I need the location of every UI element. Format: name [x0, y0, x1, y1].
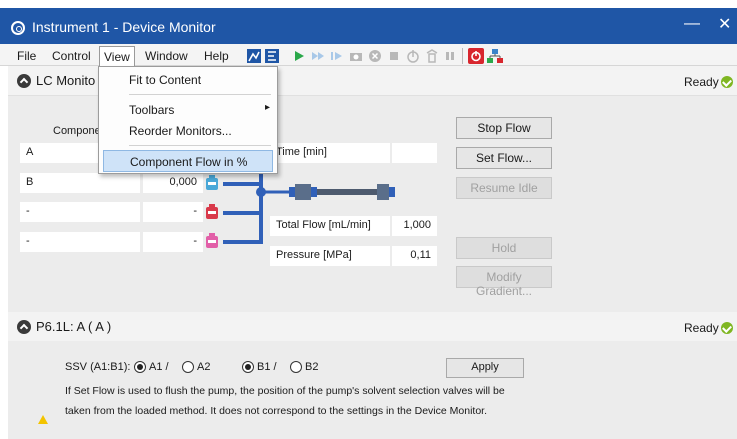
menu-item-component-flow-percent[interactable]: Component Flow in %	[103, 150, 273, 172]
component-row-d-name: -	[20, 232, 140, 252]
step-icon	[331, 52, 342, 60]
apply-button[interactable]: Apply	[446, 358, 524, 378]
modify-gradient-button[interactable]: Modify Gradient...	[456, 266, 552, 298]
radio-a1-label: A1 /	[149, 361, 169, 373]
solvent-bottle-c-icon	[206, 204, 218, 219]
radio-a1[interactable]	[134, 361, 146, 373]
hold-button[interactable]: Hold	[456, 237, 552, 259]
menu-window[interactable]: Window	[145, 49, 188, 63]
menu-item-fit-to-content[interactable]: Fit to Content	[103, 69, 273, 91]
ready-check-icon	[721, 76, 733, 88]
view-menu-dropdown: Fit to Content Toolbars ▸ Reorder Monito…	[98, 66, 278, 174]
time-value	[392, 143, 437, 163]
menu-control[interactable]: Control	[52, 49, 91, 63]
chart-icon[interactable]	[247, 49, 261, 63]
menu-separator	[129, 94, 271, 95]
p6-section-title: P6.1L: A ( A )	[36, 319, 112, 334]
flush-note-line2: taken from the loaded method. It does no…	[65, 405, 487, 417]
ready-check-icon	[721, 322, 733, 334]
collapse-chevron-icon[interactable]	[17, 74, 31, 88]
component-row-d-value: -	[143, 232, 203, 252]
menu-bar: File Control View Window Help	[0, 44, 737, 66]
stop-flow-button[interactable]: Stop Flow	[456, 117, 552, 139]
radio-a2[interactable]	[182, 361, 194, 373]
close-button[interactable]: ✕	[718, 14, 731, 34]
collapse-chevron-icon[interactable]	[17, 320, 31, 334]
component-row-c-name: -	[20, 202, 140, 222]
fast-forward-icon	[312, 52, 324, 60]
radio-b1-label: B1 /	[257, 361, 277, 373]
play-icon[interactable]	[292, 49, 306, 63]
component-row-c-value: -	[143, 202, 203, 222]
radio-a2-label: A2	[197, 361, 211, 373]
time-label: Time [min]	[270, 143, 390, 163]
menu-item-reorder-monitors[interactable]: Reorder Monitors...	[103, 120, 273, 142]
toolbar-separator	[462, 48, 463, 64]
solvent-bottle-d-icon	[206, 233, 218, 248]
pressure-value: 0,11	[392, 246, 437, 266]
p6-section-header[interactable]: P6.1L: A ( A ) Ready	[8, 312, 737, 342]
submenu-arrow-icon: ▸	[265, 102, 271, 113]
p6-pump-panel: SSV (A1:B1): A1 / A2 B1 / B2 Apply If Se…	[8, 341, 737, 439]
radio-b2[interactable]	[290, 361, 302, 373]
component-row-b-name: B	[20, 173, 140, 193]
window-title: Instrument 1 - Device Monitor	[32, 19, 216, 35]
total-flow-label: Total Flow [mL/min]	[270, 216, 390, 236]
pause-icon	[446, 52, 454, 60]
total-flow-value: 1,000	[392, 216, 437, 236]
menu-separator	[129, 145, 271, 146]
stop-circle-icon	[369, 50, 381, 62]
lc-status-text: Ready	[684, 75, 719, 89]
valve-icon	[407, 50, 419, 63]
lc-section-title: LC Monito	[36, 73, 96, 88]
radio-b1[interactable]	[242, 361, 254, 373]
component-column-header: Compone	[53, 125, 101, 137]
pressure-label: Pressure [MPa]	[270, 246, 390, 266]
solvent-bottle-b-icon	[206, 175, 218, 190]
menu-file[interactable]: File	[17, 49, 36, 63]
titlebar-top-gap	[0, 0, 737, 8]
lamp-icon	[426, 49, 438, 63]
square-icon	[390, 52, 398, 60]
resume-idle-button[interactable]: Resume Idle	[456, 177, 552, 199]
menu-help[interactable]: Help	[204, 49, 229, 63]
radio-b2-label: B2	[305, 361, 319, 373]
menu-item-toolbars-label: Toolbars	[129, 103, 175, 117]
component-row-b-value: 0,000	[143, 173, 203, 193]
flush-note-line1: If Set Flow is used to flush the pump, t…	[65, 385, 505, 397]
minimize-button[interactable]: —	[684, 15, 700, 33]
menu-view[interactable]: View	[99, 46, 135, 66]
camera-icon	[350, 53, 362, 61]
flow-icon[interactable]	[265, 49, 279, 63]
network-icon[interactable]	[487, 48, 503, 64]
warning-icon	[38, 415, 48, 424]
p6-status-text: Ready	[684, 321, 719, 335]
app-logo-icon	[11, 21, 25, 35]
set-flow-button[interactable]: Set Flow...	[456, 147, 552, 169]
menu-item-toolbars[interactable]: Toolbars ▸	[103, 99, 273, 121]
ssv-label: SSV (A1:B1):	[65, 361, 131, 373]
power-icon[interactable]	[468, 48, 484, 64]
